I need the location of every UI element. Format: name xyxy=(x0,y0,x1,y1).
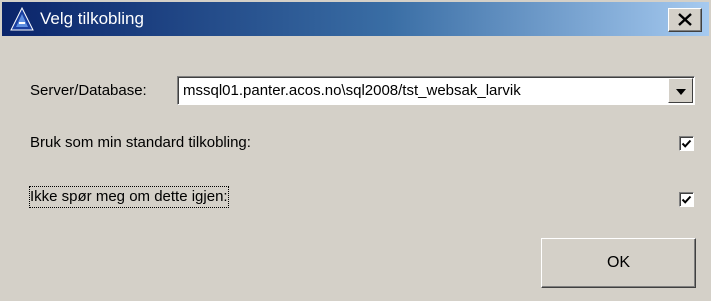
ok-button[interactable]: OK xyxy=(541,238,696,288)
close-button[interactable] xyxy=(668,8,702,32)
server-database-label: Server/Database: xyxy=(30,82,147,99)
standard-connection-checkbox[interactable] xyxy=(679,136,694,151)
title-bar[interactable]: Velg tilkobling xyxy=(2,2,709,36)
close-icon xyxy=(678,11,692,29)
connection-dialog: Velg tilkobling Server/Database: mssql01… xyxy=(0,0,711,301)
ok-button-label: OK xyxy=(606,254,631,271)
standard-connection-label: Bruk som min standard tilkobling: xyxy=(30,134,251,151)
chevron-down-icon xyxy=(675,82,686,99)
dropdown-button[interactable] xyxy=(668,78,693,103)
server-database-select[interactable]: mssql01.panter.acos.no\sql2008/tst_websa… xyxy=(177,76,695,105)
server-database-value: mssql01.panter.acos.no\sql2008/tst_websa… xyxy=(183,82,521,99)
acos-app-icon xyxy=(10,6,34,31)
window-title: Velg tilkobling xyxy=(40,9,144,28)
dont-ask-again-checkbox[interactable] xyxy=(679,192,694,207)
dont-ask-again-label[interactable]: Ikke spør meg om dette igjen: xyxy=(29,186,229,208)
checkmark-icon xyxy=(681,139,692,148)
checkmark-icon xyxy=(681,195,692,204)
